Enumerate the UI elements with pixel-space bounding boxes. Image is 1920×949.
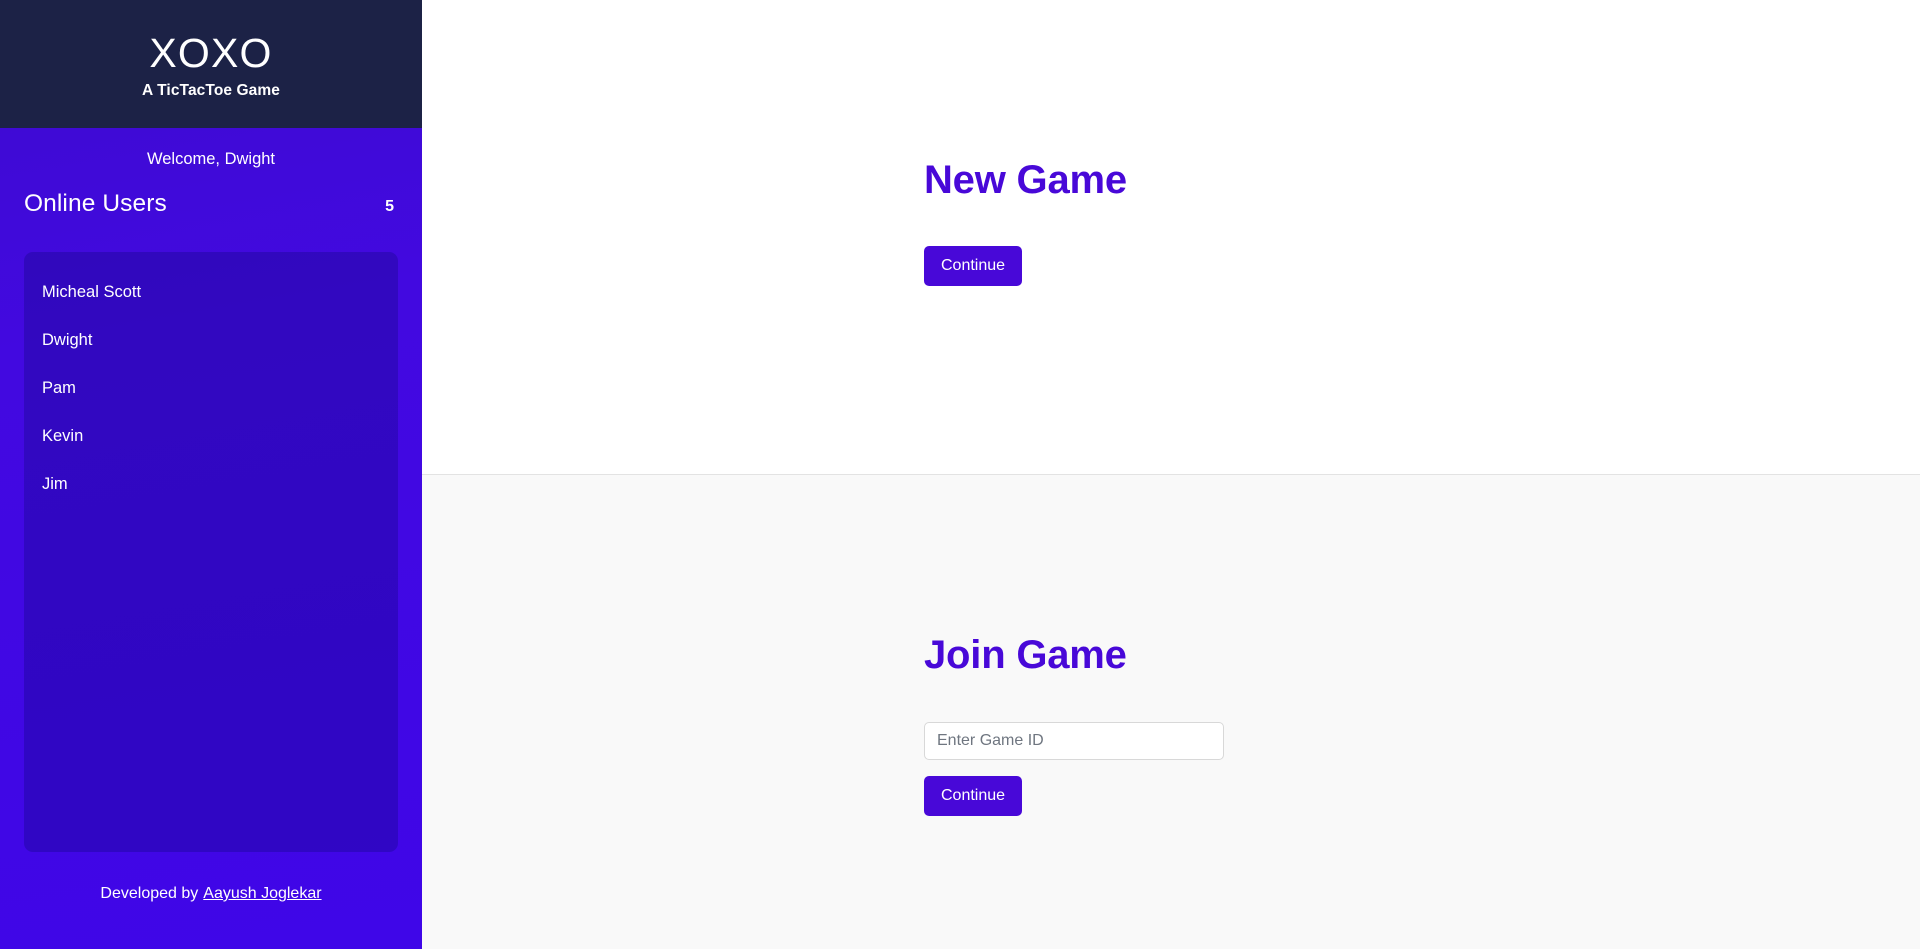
app-root: XOXO A TicTacToe Game Welcome, Dwight On… — [0, 0, 1920, 949]
join-game-title: Join Game — [924, 633, 1127, 677]
brand-header: XOXO A TicTacToe Game — [0, 0, 422, 128]
join-game-panel: Join Game Continue — [422, 475, 1920, 949]
online-users-count-badge: 5 — [385, 198, 394, 215]
game-id-input[interactable] — [924, 722, 1224, 760]
list-item[interactable]: Jim — [24, 460, 398, 508]
online-users-list[interactable]: Micheal Scott Dwight Pam Kevin Jim — [24, 252, 398, 852]
online-users-header: Online Users 5 — [0, 190, 422, 238]
new-game-continue-button[interactable]: Continue — [924, 246, 1023, 287]
author-link[interactable]: Aayush Joglekar — [203, 885, 321, 903]
list-item[interactable]: Dwight — [24, 316, 398, 364]
brand-title: XOXO — [149, 29, 273, 76]
join-game-continue-button[interactable]: Continue — [924, 776, 1023, 817]
new-game-panel: New Game Continue — [422, 0, 1920, 475]
welcome-message: Welcome, Dwight — [146, 149, 276, 168]
sidebar-footer: Developed by Aayush Joglekar — [0, 852, 422, 936]
list-item[interactable]: Kevin — [24, 412, 398, 460]
brand-subtitle: A TicTacToe Game — [142, 82, 280, 100]
list-item[interactable]: Pam — [24, 364, 398, 412]
sidebar: XOXO A TicTacToe Game Welcome, Dwight On… — [0, 0, 422, 949]
list-item[interactable]: Micheal Scott — [24, 268, 398, 316]
main-content: New Game Continue Join Game Continue — [422, 0, 1920, 949]
page-title: New Game — [924, 158, 1127, 202]
online-users-label: Online Users — [24, 190, 167, 217]
footer-prefix-text: Developed by — [100, 885, 199, 902]
